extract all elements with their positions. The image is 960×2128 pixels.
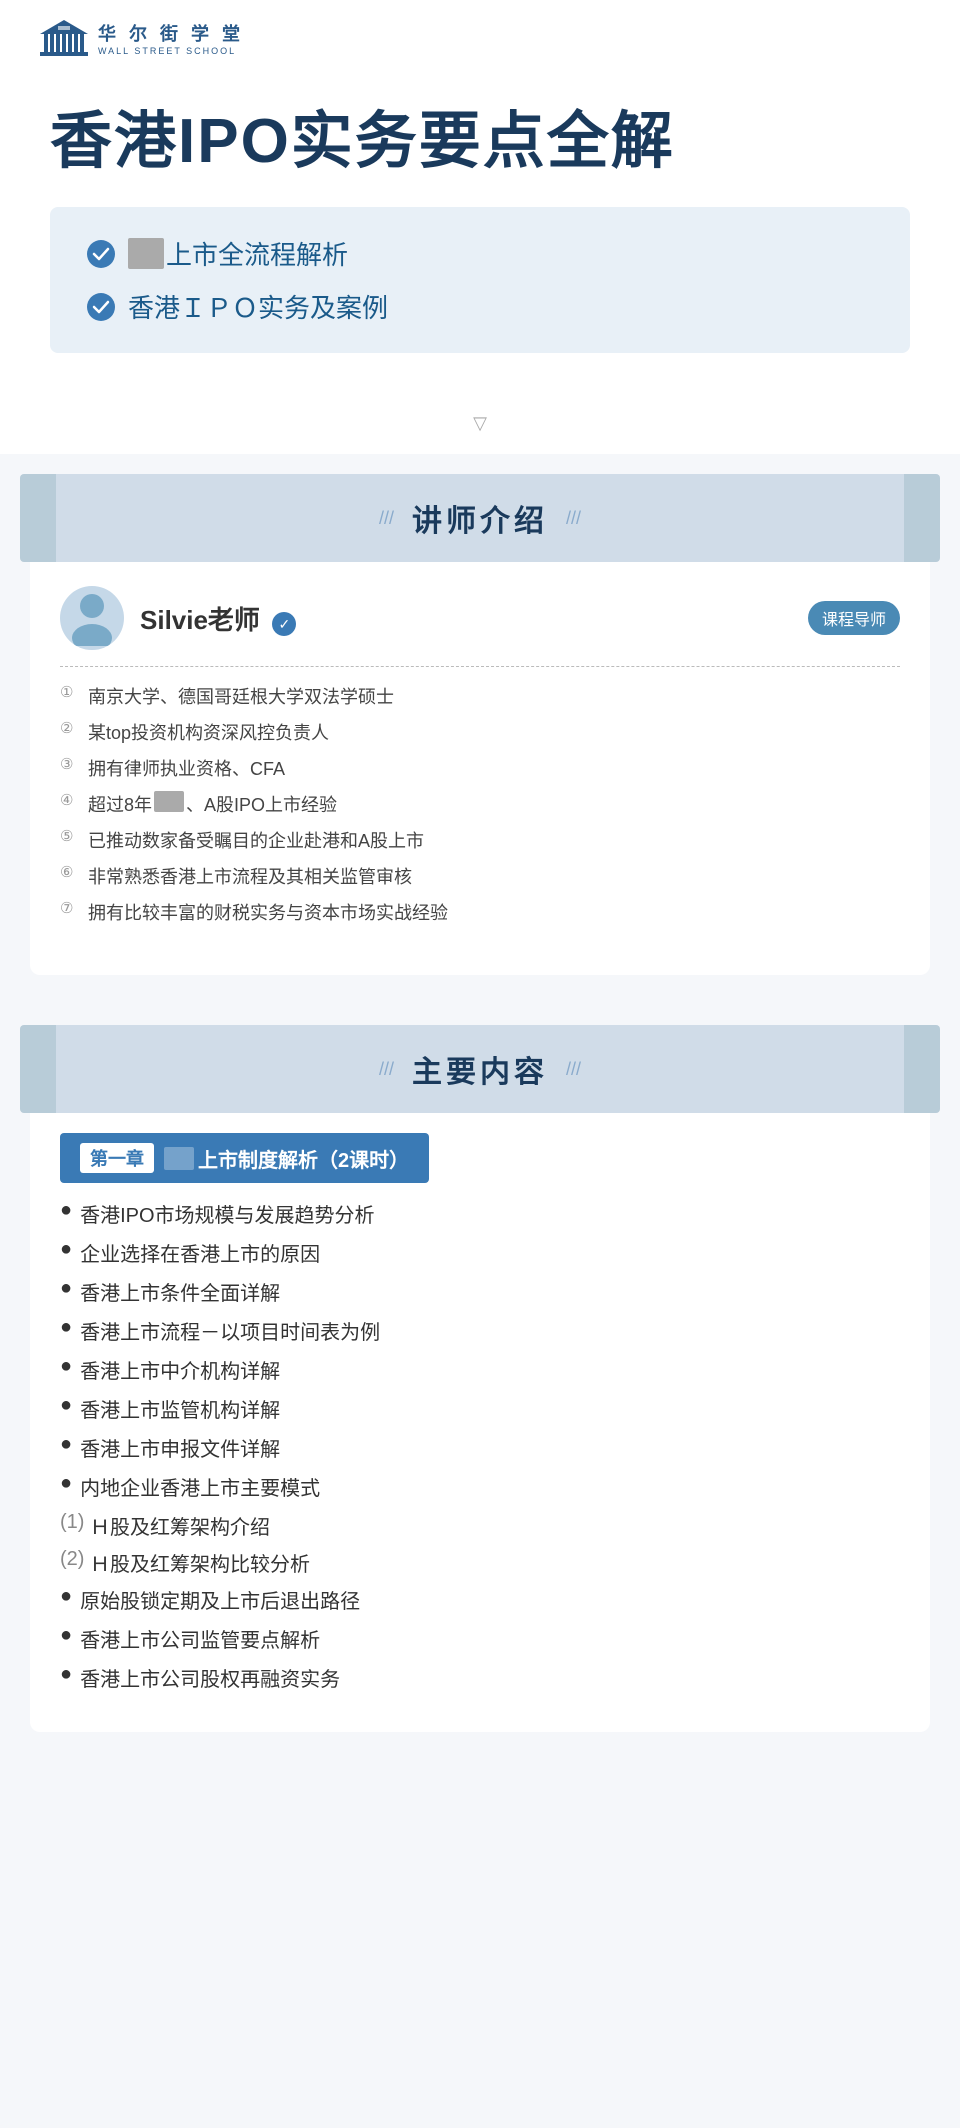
deco-right-main: /// (566, 1059, 581, 1080)
item-11-text: 香港上市公司股权再融资实务 (80, 1663, 340, 1692)
bullet-4: ● (60, 1316, 72, 1339)
page-title: 香港IPO实务要点全解 (50, 106, 910, 177)
bullet-9: ● (60, 1585, 72, 1608)
deco-left-main: /// (379, 1059, 394, 1080)
bullet-10: ● (60, 1624, 72, 1647)
feature-item-2: 香港ＩＰＯ实务及案例 (86, 288, 874, 325)
chapter-1-blurred (164, 1147, 194, 1170)
logo-en: WALL STREET SCHOOL (98, 46, 244, 56)
deco-left-instructor: /// (379, 508, 394, 529)
hero-section: 香港IPO实务要点全解 上市全流程解析 香港ＩＰＯ实务及案例 (0, 76, 960, 393)
item-7: ● 香港上市申报文件详解 (60, 1433, 900, 1462)
feature-1-blurred (128, 238, 164, 269)
instructor-section-title: 讲师介绍 (412, 496, 548, 540)
item-5: ● 香港上市中介机构详解 (60, 1355, 900, 1384)
credential-4-text: 超过8年 (88, 791, 152, 817)
credential-7: ⑦ 拥有比较丰富的财税实务与资本市场实战经验 (60, 899, 900, 925)
check-icon-1 (86, 239, 116, 269)
avatar (60, 586, 124, 650)
bullet-3: ● (60, 1277, 72, 1300)
feature-1-text: 上市全流程解析 (166, 235, 348, 272)
item-1-text: 香港IPO市场规模与发展趋势分析 (80, 1199, 374, 1228)
credential-3-text: 拥有律师执业资格、CFA (88, 755, 285, 781)
logo-icon (40, 18, 88, 58)
verify-icon: ✓ (272, 612, 296, 636)
credential-4-suffix: 、A股IPO上市经验 (186, 791, 337, 817)
item-9: ● 原始股锁定期及上市后退出路径 (60, 1585, 900, 1614)
main-content-ribbon: /// 主要内容 /// (40, 1025, 920, 1113)
check-icon-2 (86, 292, 116, 322)
deco-right-instructor: /// (566, 508, 581, 529)
main-content-section: /// 主要内容 /// 第一章 上市制度解析（2课时） ● 香港IPO市场规模… (30, 1025, 930, 1732)
credential-1-text: 南京大学、德国哥廷根大学双法学硕士 (88, 683, 394, 709)
credential-5-text: 已推动数家备受瞩目的企业赴港和A股上市 (88, 827, 424, 853)
features-box: 上市全流程解析 香港ＩＰＯ实务及案例 (50, 207, 910, 353)
bullet-8: ● (60, 1472, 72, 1495)
sub-item-1: (1) Ｈ股及红筹架构介绍 (30, 1511, 930, 1540)
header: 华 尔 街 学 堂 WALL STREET SCHOOL (0, 0, 960, 76)
item-5-text: 香港上市中介机构详解 (80, 1355, 280, 1384)
instructor-ribbon: /// 讲师介绍 /// (40, 474, 920, 562)
chapter-1-title: 上市制度解析（2课时） (198, 1144, 409, 1173)
arrow-down: ▽ (0, 393, 960, 454)
item-10-text: 香港上市公司监管要点解析 (80, 1624, 320, 1653)
instructor-block: Silvie老师 ✓ 课程导师 ① 南京大学、德国哥廷根大学双法学硕士 ② 某t… (30, 562, 930, 945)
item-1: ● 香港IPO市场规模与发展趋势分析 (60, 1199, 900, 1228)
item-3-text: 香港上市条件全面详解 (80, 1277, 280, 1306)
chapter-1-list-continued: ● 原始股锁定期及上市后退出路径 ● 香港上市公司监管要点解析 ● 香港上市公司… (30, 1585, 930, 1692)
bullet-2: ● (60, 1238, 72, 1261)
credential-3: ③ 拥有律师执业资格、CFA (60, 755, 900, 781)
item-2: ● 企业选择在香港上市的原因 (60, 1238, 900, 1267)
credential-7-text: 拥有比较丰富的财税实务与资本市场实战经验 (88, 899, 448, 925)
item-3: ● 香港上市条件全面详解 (60, 1277, 900, 1306)
credential-2-text: 某top投资机构资深风控负责人 (88, 719, 329, 745)
credential-5: ⑤ 已推动数家备受瞩目的企业赴港和A股上市 (60, 827, 900, 853)
item-6-text: 香港上市监管机构详解 (80, 1394, 280, 1423)
sub-item-1-text: Ｈ股及红筹架构介绍 (90, 1511, 270, 1540)
bullet-5: ● (60, 1355, 72, 1378)
credential-4: ④ 超过8年 、A股IPO上市经验 (60, 791, 900, 817)
item-11: ● 香港上市公司股权再融资实务 (60, 1663, 900, 1692)
instructor-header: Silvie老师 ✓ 课程导师 (60, 586, 900, 650)
bullet-11: ● (60, 1663, 72, 1686)
logo-text: 华 尔 街 学 堂 WALL STREET SCHOOL (98, 20, 244, 56)
item-7-text: 香港上市申报文件详解 (80, 1433, 280, 1462)
logo-cn: 华 尔 街 学 堂 (98, 24, 244, 44)
instructor-name-wrap: Silvie老师 ✓ (140, 600, 296, 637)
credential-2: ② 某top投资机构资深风控负责人 (60, 719, 900, 745)
item-8: ● 内地企业香港上市主要模式 (60, 1472, 900, 1501)
bullet-6: ● (60, 1394, 72, 1417)
instructor-section: /// 讲师介绍 /// Silvie老师 ✓ 课程导师 ① 南京大学、德国哥廷… (30, 474, 930, 975)
chapter-1-list: ● 香港IPO市场规模与发展趋势分析 ● 企业选择在香港上市的原因 ● 香港上市… (30, 1199, 930, 1501)
bullet-1: ● (60, 1199, 72, 1222)
item-2-text: 企业选择在香港上市的原因 (80, 1238, 320, 1267)
instructor-divider (60, 666, 900, 667)
item-4: ● 香港上市流程－以项目时间表为例 (60, 1316, 900, 1345)
feature-2-text: 香港ＩＰＯ实务及案例 (128, 288, 388, 325)
feature-item-1: 上市全流程解析 (86, 235, 874, 272)
credential-6: ⑥ 非常熟悉香港上市流程及其相关监管审核 (60, 863, 900, 889)
sub-item-2: (2) Ｈ股及红筹架构比较分析 (30, 1548, 930, 1577)
main-content-title: 主要内容 (412, 1047, 548, 1091)
item-10: ● 香港上市公司监管要点解析 (60, 1624, 900, 1653)
sub-item-2-text: Ｈ股及红筹架构比较分析 (90, 1548, 310, 1577)
chapter-1-header: 第一章 上市制度解析（2课时） (60, 1133, 429, 1183)
chapter-1-label: 第一章 (80, 1143, 154, 1173)
item-6: ● 香港上市监管机构详解 (60, 1394, 900, 1423)
item-8-text: 内地企业香港上市主要模式 (80, 1472, 320, 1501)
bullet-7: ● (60, 1433, 72, 1456)
credential-4-blurred (154, 791, 184, 812)
instructor-credentials: ① 南京大学、德国哥廷根大学双法学硕士 ② 某top投资机构资深风控负责人 ③ … (60, 683, 900, 925)
instructor-name: Silvie老师 (140, 605, 260, 635)
credential-1: ① 南京大学、德国哥廷根大学双法学硕士 (60, 683, 900, 709)
credential-6-text: 非常熟悉香港上市流程及其相关监管审核 (88, 863, 412, 889)
instructor-badge: 课程导师 (808, 601, 900, 635)
item-9-text: 原始股锁定期及上市后退出路径 (80, 1585, 360, 1614)
item-4-text: 香港上市流程－以项目时间表为例 (80, 1316, 380, 1345)
